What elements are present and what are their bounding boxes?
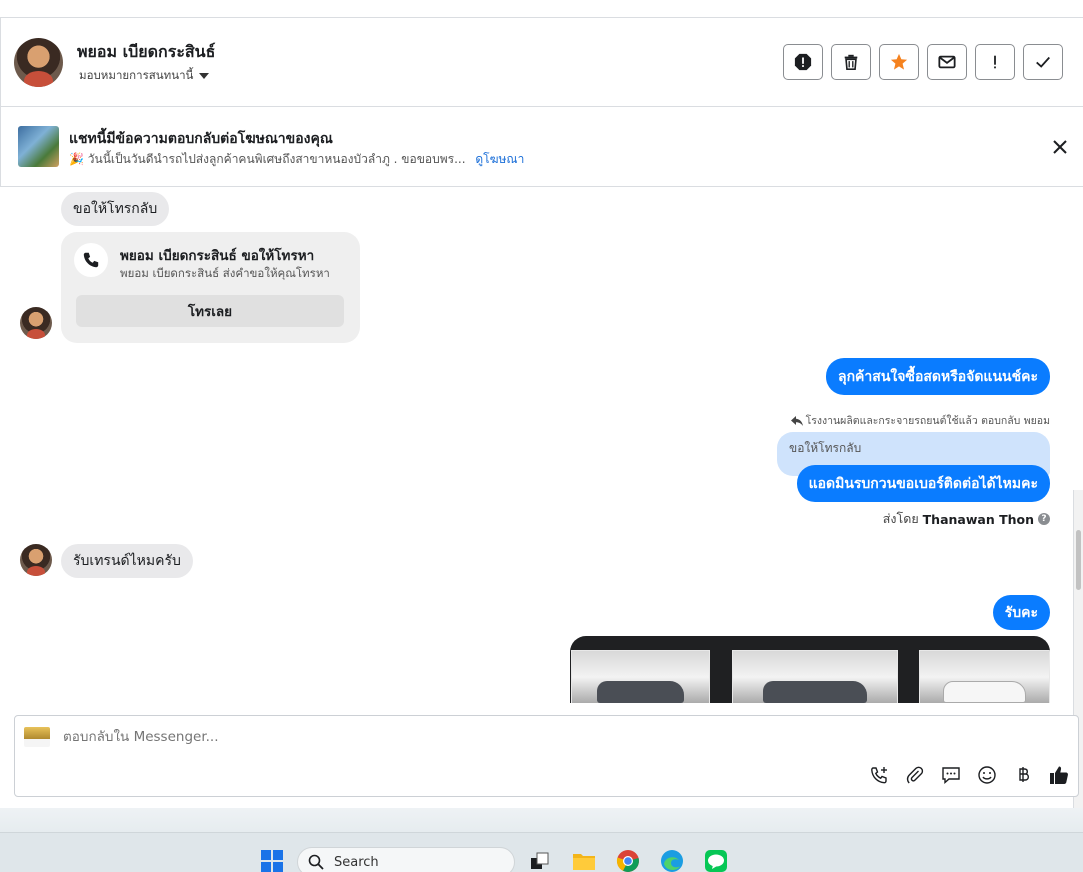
- car-image[interactable]: [919, 650, 1050, 703]
- phone-icon: [83, 252, 99, 268]
- contact-name[interactable]: พยอม เบียดกระสินธ์: [77, 40, 215, 65]
- incoming-message[interactable]: ขอให้โทรกลับ: [61, 192, 170, 226]
- car-image[interactable]: [732, 650, 898, 703]
- task-view-icon[interactable]: [528, 849, 552, 872]
- saved-replies-button[interactable]: [940, 764, 962, 786]
- check-icon: [1036, 56, 1050, 68]
- call-add-button[interactable]: [868, 764, 890, 786]
- help-icon[interactable]: ?: [1038, 513, 1050, 525]
- mail-icon: [938, 55, 956, 69]
- mark-unread-button[interactable]: [927, 44, 967, 80]
- message-thread[interactable]: ขอให้โทรกลับ พยอม เบียดกระสินธ์ ขอให้โทร…: [0, 187, 1083, 703]
- os-taskbar: Search: [0, 832, 1083, 872]
- follow-up-button[interactable]: [975, 44, 1015, 80]
- phone-plus-icon: [871, 767, 887, 784]
- close-banner-button[interactable]: [1048, 135, 1072, 159]
- star-button[interactable]: [879, 44, 919, 80]
- search-icon: [308, 854, 324, 870]
- conversation-header: พยอม เบียดกระสินธ์ มอบหมายการสนทนานี้: [0, 18, 1083, 107]
- incoming-message[interactable]: รับเทรนด์ไหมครับ: [61, 544, 193, 578]
- paperclip-icon: [906, 766, 924, 784]
- taskbar-search-label: Search: [334, 854, 379, 870]
- ad-banner-subtitle: 🎉 วันนี้เป็นวันดีนำรถไปส่งลูกค้าคนพิเศษถ…: [69, 150, 524, 169]
- outgoing-message[interactable]: ลุกค้าสนใจซื้อสดหรือจัดแนนช์คะ: [826, 358, 1050, 395]
- smiley-icon: [978, 766, 996, 784]
- assign-label: มอบหมายการสนทนานี้: [79, 68, 194, 82]
- reply-arrow-icon: [790, 415, 803, 426]
- view-ad-link[interactable]: ดูโฆษณา: [475, 152, 524, 166]
- spam-button[interactable]: [783, 44, 823, 80]
- chrome-icon[interactable]: [616, 849, 640, 872]
- outgoing-message[interactable]: แอดมินรบกวนขอเบอร์ติดต่อได้ไหมคะ: [796, 465, 1050, 502]
- reply-context-note: โรงงานผลิตและกระจายรถยนต์ใช้แล้ว ตอบกลับ…: [790, 412, 1050, 429]
- star-icon: [890, 53, 908, 70]
- call-card-subtitle: พยอม เบียดกระสินธ์ ส่งคำขอให้คุณโทรหา: [120, 266, 330, 280]
- emoji-button[interactable]: [976, 764, 998, 786]
- thumbs-up-icon: [1050, 766, 1068, 784]
- delete-button[interactable]: [831, 44, 871, 80]
- contact-avatar-small: [20, 307, 52, 339]
- sent-by-label: ส่งโดย Thanawan Thon ?: [883, 509, 1050, 529]
- baht-icon: [1019, 767, 1030, 782]
- car-shape: [596, 681, 685, 703]
- car-shape: [943, 681, 1026, 703]
- message-composer: [14, 715, 1079, 797]
- trash-icon: [844, 54, 858, 71]
- top-strip: [0, 0, 1083, 18]
- contact-avatar-small: [20, 544, 52, 576]
- edge-icon[interactable]: [660, 849, 684, 872]
- call-card-title: พยอม เบียดกระสินธ์ ขอให้โทรหา: [120, 248, 315, 264]
- spam-icon: [794, 53, 812, 71]
- taskbar-search[interactable]: Search: [297, 847, 515, 872]
- call-now-button[interactable]: โทรเลย: [76, 295, 344, 327]
- mark-done-button[interactable]: [1023, 44, 1063, 80]
- line-app-icon[interactable]: [704, 849, 728, 872]
- call-icon-circle: [74, 243, 108, 277]
- ad-caption: 🎉 วันนี้เป็นวันดีนำรถไปส่งลูกค้าคนพิเศษถ…: [69, 152, 466, 166]
- chat-bubble-icon: [942, 767, 960, 785]
- sender-name: Thanawan Thon: [922, 511, 1034, 527]
- ad-thumbnail: [18, 126, 59, 167]
- outgoing-message[interactable]: รับคะ: [992, 595, 1050, 630]
- page-bottom-gap: [0, 808, 1083, 832]
- composer-toolbar: [868, 764, 1070, 786]
- payment-button[interactable]: [1012, 764, 1034, 786]
- vehicle-carousel[interactable]: [570, 636, 1050, 703]
- reply-input[interactable]: [63, 729, 663, 745]
- ad-reply-banner: แชทนี้มีข้อความตอบกลับต่อโฆษณาของคุณ 🎉 ว…: [0, 107, 1083, 187]
- like-button[interactable]: [1048, 764, 1070, 786]
- attach-button[interactable]: [904, 764, 926, 786]
- ad-banner-title: แชทนี้มีข้อความตอบกลับต่อโฆษณาของคุณ: [69, 131, 333, 147]
- assign-conversation-dropdown[interactable]: มอบหมายการสนทนานี้: [79, 67, 210, 85]
- windows-start-icon[interactable]: [260, 849, 284, 872]
- header-actions: [783, 44, 1063, 80]
- reply-context-text: โรงงานผลิตและกระจายรถยนต์ใช้แล้ว ตอบกลับ…: [805, 415, 1050, 427]
- page-logo: [24, 727, 50, 747]
- file-explorer-icon[interactable]: [572, 849, 596, 872]
- chevron-down-icon: [199, 73, 210, 79]
- call-request-card: พยอม เบียดกระสินธ์ ขอให้โทรหา พยอม เบียด…: [61, 232, 360, 343]
- sent-by-prefix: ส่งโดย: [882, 511, 919, 526]
- exclaim-icon: [994, 55, 996, 69]
- car-image[interactable]: [571, 650, 710, 703]
- contact-avatar[interactable]: [14, 38, 63, 87]
- car-shape: [762, 681, 868, 703]
- scroll-thumb[interactable]: [1076, 530, 1081, 590]
- close-icon: [1053, 140, 1067, 154]
